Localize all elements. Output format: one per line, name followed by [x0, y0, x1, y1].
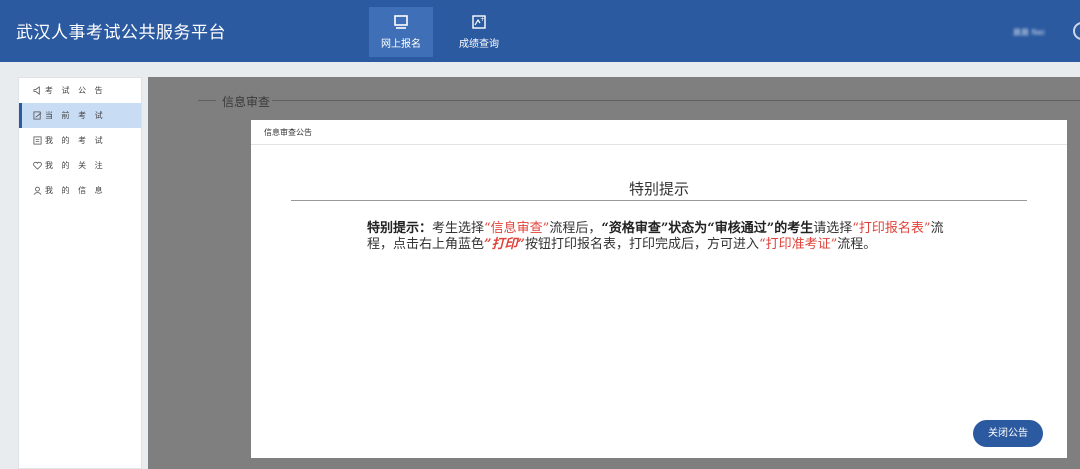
notice-print-highlight: ”打印” [484, 237, 525, 252]
svg-text:+: + [480, 16, 485, 23]
heart-icon [33, 161, 42, 170]
notice-highlight: “信息审查” [484, 221, 550, 236]
sidebar-item-label: 当 前 考 试 [45, 111, 106, 120]
sidebar-item-label: 我 的 关 注 [45, 161, 106, 170]
notice-highlight: “打印准考证” [759, 237, 838, 252]
app-title: 武汉人事考试公共服务平台 [16, 23, 226, 43]
sidebar-item-label: 我 的 信 息 [45, 186, 106, 195]
top-nav: 网上报名 + 成绩查询 [369, 7, 525, 57]
notice-segment: 流程。 [837, 237, 877, 252]
document-icon [33, 136, 42, 145]
notice-highlight: “打印报名表” [852, 221, 931, 236]
notice-emphasis: “资格审查”状态为“审核通过”的考生 [601, 221, 814, 236]
sidebar-item-label: 我 的 考 试 [45, 136, 106, 145]
modal-heading: 特别提示 [628, 180, 689, 198]
divider [272, 100, 1080, 101]
notice-segment: 请选择 [813, 221, 853, 236]
sidebar-item-my-exams[interactable]: 我 的 考 试 [19, 128, 141, 153]
user-icon [33, 186, 42, 195]
user-name[interactable]: 晨晨 Nei [1013, 27, 1045, 38]
section-title: 信息审查 [218, 93, 275, 110]
divider [198, 100, 216, 101]
sidebar-item-my-info[interactable]: 我 的 信 息 [19, 178, 141, 203]
sidebar-item-my-follows[interactable]: 我 的 关 注 [19, 153, 141, 178]
nav-label: 成绩查询 [459, 39, 499, 50]
score-search-icon: + [472, 15, 486, 29]
notice-text: 特别提示：考生选择“信息审查”流程后，“资格审查”状态为“审核通过”的考生请选择… [367, 221, 955, 253]
sidebar-item-exam-announcements[interactable]: 考 试 公 告 [19, 78, 141, 103]
user-avatar-icon[interactable] [1073, 22, 1080, 40]
nav-label: 网上报名 [381, 39, 421, 50]
edit-icon [33, 111, 42, 120]
top-header: 武汉人事考试公共服务平台 网上报名 + 成绩查询 晨晨 Nei [0, 0, 1080, 62]
notice-segment: 按钮打印报名表，打印完成后，方可进入 [524, 237, 759, 252]
nav-online-registration[interactable]: 网上报名 [369, 7, 433, 57]
sidebar-item-current-exam[interactable]: 当 前 考 试 [19, 103, 141, 128]
modal-title: 信息审查公告 [251, 120, 1067, 145]
monitor-icon [394, 15, 408, 29]
nav-score-query[interactable]: + 成绩查询 [447, 7, 511, 57]
divider [291, 200, 1027, 201]
notice-segment: 流程后， [549, 221, 602, 236]
notice-lead: 特别提示： [367, 221, 433, 236]
sidebar: 考 试 公 告 当 前 考 试 我 的 考 试 我 的 关 注 我 的 信 息 [18, 77, 142, 469]
notice-segment: 考生选择 [432, 221, 485, 236]
close-announcement-button[interactable]: 关闭公告 [973, 420, 1043, 447]
sidebar-item-label: 考 试 公 告 [45, 86, 106, 95]
megaphone-icon [33, 86, 42, 95]
announcement-modal: 信息审查公告 特别提示 特别提示：考生选择“信息审查”流程后，“资格审查”状态为… [251, 120, 1067, 458]
